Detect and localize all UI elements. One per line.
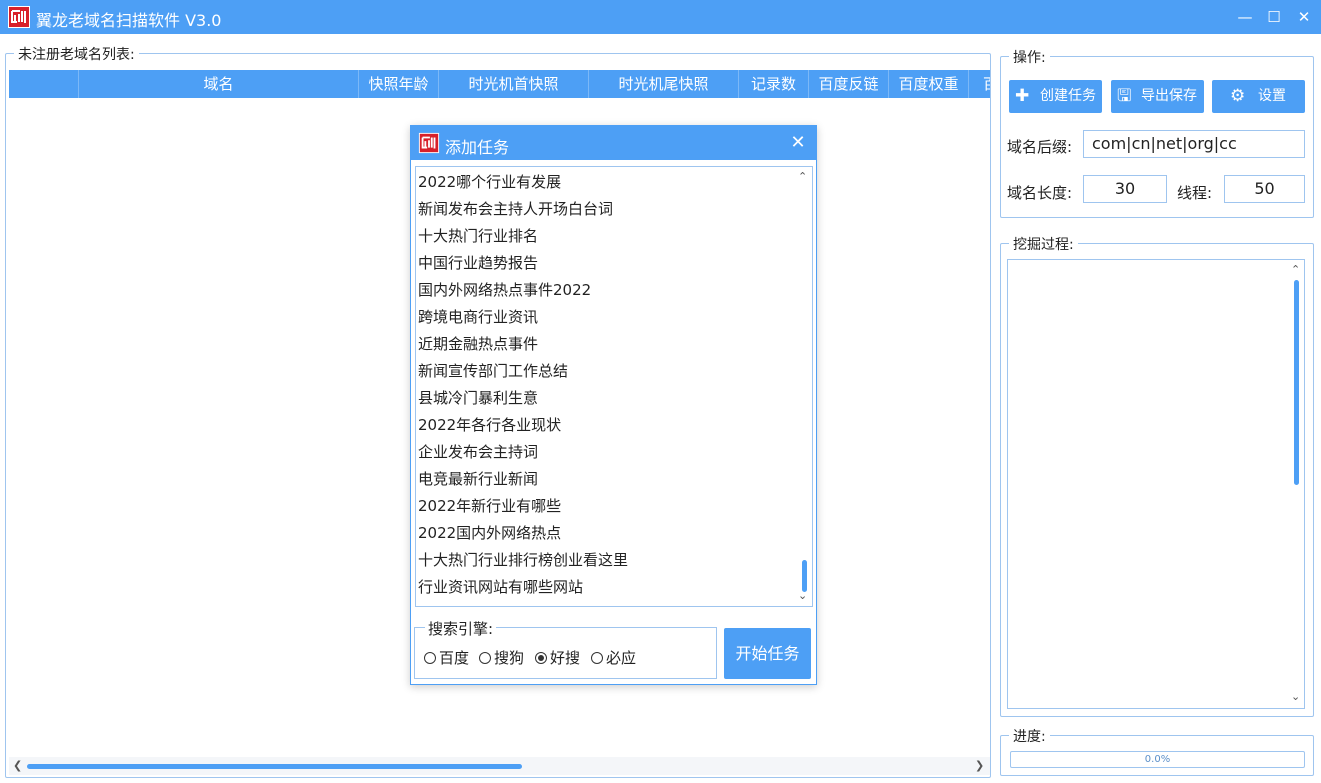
horizontal-scrollbar[interactable]: ❮ ❯ bbox=[9, 757, 990, 775]
app-logo-icon bbox=[8, 6, 30, 28]
radio-bing[interactable]: 必应 bbox=[591, 648, 636, 668]
column-header-baidu-backlinks[interactable]: 百度反链 bbox=[809, 70, 889, 98]
dialog-title-bar[interactable]: 添加任务 ✕ bbox=[411, 126, 816, 160]
list-item[interactable]: 十大热门行业排名 bbox=[418, 223, 538, 249]
mining-process-legend: 挖掘过程: bbox=[1009, 234, 1078, 254]
minimize-icon[interactable]: — bbox=[1232, 5, 1258, 29]
column-header-wayback-last[interactable]: 时光机尾快照 bbox=[589, 70, 739, 98]
mining-log-area[interactable]: ⌃ ⌄ bbox=[1007, 259, 1305, 709]
column-header-wayback-first[interactable]: 时光机首快照 bbox=[439, 70, 589, 98]
suffix-input[interactable]: com|cn|net|org|cc bbox=[1083, 130, 1305, 158]
list-item[interactable]: 2022国内外网络热点 bbox=[418, 520, 561, 546]
create-task-button[interactable]: ✚ 创建任务 bbox=[1009, 80, 1102, 113]
length-input[interactable]: 30 bbox=[1083, 175, 1167, 203]
list-item[interactable]: 跨境电商行业资讯 bbox=[418, 304, 538, 330]
column-header-more[interactable]: 百 bbox=[969, 70, 990, 98]
radio-haosou[interactable]: 好搜 bbox=[535, 648, 580, 668]
column-header-snapshot-age[interactable]: 快照年龄 bbox=[359, 70, 439, 98]
horizontal-scroll-thumb[interactable] bbox=[27, 764, 522, 769]
start-task-button[interactable]: 开始任务 bbox=[724, 628, 811, 679]
list-item[interactable]: 国内外网络热点事件2022 bbox=[418, 277, 591, 303]
threads-label: 线程: bbox=[1177, 184, 1213, 202]
plus-icon: ✚ bbox=[1015, 86, 1030, 106]
progress-legend: 进度: bbox=[1009, 726, 1050, 746]
list-item[interactable]: 行业资讯网站有哪些网站 bbox=[418, 574, 583, 600]
dialog-title: 添加任务 bbox=[445, 138, 510, 157]
app-title: 翼龙老域名扫描软件 V3.0 bbox=[36, 11, 222, 30]
gear-icon: ⚙ bbox=[1230, 86, 1246, 106]
search-engine-group: 搜索引擎: 百度 搜狗 好搜 必应 bbox=[414, 618, 717, 679]
maximize-icon[interactable]: ☐ bbox=[1261, 5, 1287, 29]
operations-legend: 操作: bbox=[1009, 47, 1050, 67]
scroll-right-icon[interactable]: ❯ bbox=[975, 759, 984, 772]
progress-text: 0.0% bbox=[1144, 754, 1171, 765]
scroll-left-icon[interactable]: ❮ bbox=[13, 759, 22, 772]
column-header-select[interactable] bbox=[9, 70, 79, 98]
list-item[interactable]: 企业发布会主持词 bbox=[418, 439, 538, 465]
radio-bing-label: 必应 bbox=[606, 649, 637, 667]
keyword-list[interactable]: 2022哪个行业有发展 新闻发布会主持人开场白台词 十大热门行业排名 中国行业趋… bbox=[415, 166, 813, 607]
radio-sogou[interactable]: 搜狗 bbox=[479, 648, 524, 668]
domain-table-header: 域名 快照年龄 时光机首快照 时光机尾快照 记录数 百度反链 百度权重 百 bbox=[9, 70, 990, 98]
column-header-record-count[interactable]: 记录数 bbox=[739, 70, 809, 98]
suffix-label: 域名后缀: bbox=[1007, 138, 1073, 156]
title-bar: 翼龙老域名扫描软件 V3.0 — ☐ ✕ bbox=[0, 0, 1321, 34]
radio-haosou-label: 好搜 bbox=[550, 649, 581, 667]
list-item[interactable]: 新闻发布会主持人开场白台词 bbox=[418, 196, 613, 222]
radio-bing-icon bbox=[591, 651, 603, 664]
search-engine-legend: 搜索引擎: bbox=[425, 618, 497, 639]
list-item[interactable]: 新闻宣传部门工作总结 bbox=[418, 358, 568, 384]
log-scroll-down-icon[interactable]: ⌄ bbox=[1291, 690, 1300, 703]
radio-sogou-label: 搜狗 bbox=[494, 649, 525, 667]
list-item[interactable]: 县城冷门暴利生意 bbox=[418, 385, 538, 411]
dialog-close-icon[interactable]: ✕ bbox=[787, 132, 809, 154]
export-save-button[interactable]: 🖫 导出保存 bbox=[1111, 80, 1204, 113]
list-item[interactable]: 2022哪个行业有发展 bbox=[418, 169, 561, 195]
list-item[interactable]: 2022年新行业有哪些 bbox=[418, 493, 561, 519]
radio-sogou-icon bbox=[479, 651, 491, 664]
radio-haosou-icon bbox=[535, 651, 547, 664]
column-header-baidu-weight[interactable]: 百度权重 bbox=[889, 70, 969, 98]
add-task-dialog: 添加任务 ✕ 2022哪个行业有发展 新闻发布会主持人开场白台词 十大热门行业排… bbox=[410, 125, 817, 685]
scroll-up-icon[interactable]: ⌃ bbox=[798, 170, 807, 183]
scroll-down-icon[interactable]: ⌄ bbox=[798, 589, 807, 602]
list-item[interactable]: 电竞最新行业新闻 bbox=[418, 466, 538, 492]
radio-baidu-icon bbox=[424, 651, 436, 664]
save-icon: 🖫 bbox=[1117, 86, 1132, 106]
threads-input[interactable]: 50 bbox=[1224, 175, 1305, 203]
column-header-domain[interactable]: 域名 bbox=[79, 70, 359, 98]
log-scroll-up-icon[interactable]: ⌃ bbox=[1291, 263, 1300, 276]
keyword-scroll-thumb[interactable] bbox=[802, 560, 807, 592]
list-item[interactable]: 2022年各行各业现状 bbox=[418, 412, 561, 438]
dialog-logo-icon bbox=[418, 132, 440, 154]
close-icon[interactable]: ✕ bbox=[1291, 5, 1317, 29]
log-scroll-thumb[interactable] bbox=[1294, 280, 1299, 485]
settings-button[interactable]: ⚙ 设置 bbox=[1212, 80, 1305, 113]
list-item[interactable]: 近期金融热点事件 bbox=[418, 331, 538, 357]
list-item[interactable]: 中国行业趋势报告 bbox=[418, 250, 538, 276]
radio-baidu[interactable]: 百度 bbox=[424, 648, 469, 668]
length-label: 域名长度: bbox=[1007, 184, 1073, 202]
radio-baidu-label: 百度 bbox=[439, 649, 470, 667]
progress-bar: 0.0% bbox=[1010, 751, 1305, 768]
list-item[interactable]: 十大热门行业排行榜创业看这里 bbox=[418, 547, 628, 573]
domain-list-legend: 未注册老域名列表: bbox=[14, 44, 139, 64]
